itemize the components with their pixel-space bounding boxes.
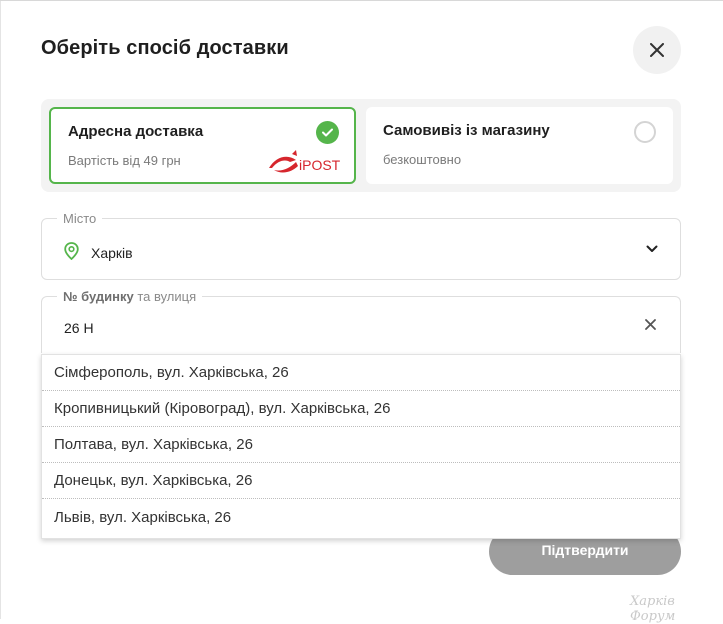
street-label: № будинку та вулиця (57, 289, 203, 304)
suggestion-item[interactable]: Сімферополь, вул. Харківська, 26 (42, 355, 680, 391)
address-suggestions: Сімферополь, вул. Харківська, 26 Кропивн… (41, 354, 681, 539)
check-icon (316, 121, 339, 144)
delivery-options: Адресна доставка Вартість від 49 грн iPO… (41, 99, 681, 192)
suggestion-item[interactable]: Львів, вул. Харківська, 26 (42, 499, 680, 535)
city-select[interactable]: Місто Харків (41, 211, 681, 280)
left-border (0, 1, 1, 619)
street-label-rest: та вулиця (133, 289, 197, 304)
suggestion-item[interactable]: Кропивницький (Кіровоград), вул. Харківс… (42, 391, 680, 427)
suggestion-item[interactable]: Донецьк, вул. Харківська, 26 (42, 463, 680, 499)
watermark: Харків Форум (630, 594, 676, 624)
pickup-title: Самовивіз із магазину (383, 122, 550, 139)
address-delivery-option[interactable]: Адресна доставка Вартість від 49 грн iPO… (49, 107, 356, 184)
modal-title: Оберіть спосіб доставки (41, 37, 289, 59)
address-delivery-price: Вартість від 49 грн (68, 153, 181, 168)
street-value[interactable]: 26 Н (64, 320, 94, 336)
city-label: Місто (57, 211, 103, 226)
street-label-bold: № будинку (63, 289, 134, 304)
city-value: Харків (91, 245, 133, 261)
close-icon (650, 43, 664, 57)
street-input[interactable]: № будинку та вулиця 26 Н (41, 289, 681, 353)
address-delivery-title: Адресна доставка (68, 123, 204, 140)
ipost-logo: iPOST (266, 148, 341, 176)
pickup-price: безкоштовно (383, 152, 462, 167)
chevron-down-icon[interactable] (646, 245, 658, 253)
svg-text:iPOST: iPOST (299, 157, 341, 173)
pickup-option[interactable]: Самовивіз із магазину безкоштовно (366, 107, 673, 184)
pickup-radio[interactable] (634, 121, 656, 143)
suggestion-item[interactable]: Полтава, вул. Харківська, 26 (42, 427, 680, 463)
clear-icon[interactable] (645, 319, 656, 330)
location-pin-icon (64, 242, 79, 260)
close-button[interactable] (633, 26, 681, 74)
delivery-modal: Оберіть спосіб доставки Адресна доставка… (0, 0, 723, 624)
